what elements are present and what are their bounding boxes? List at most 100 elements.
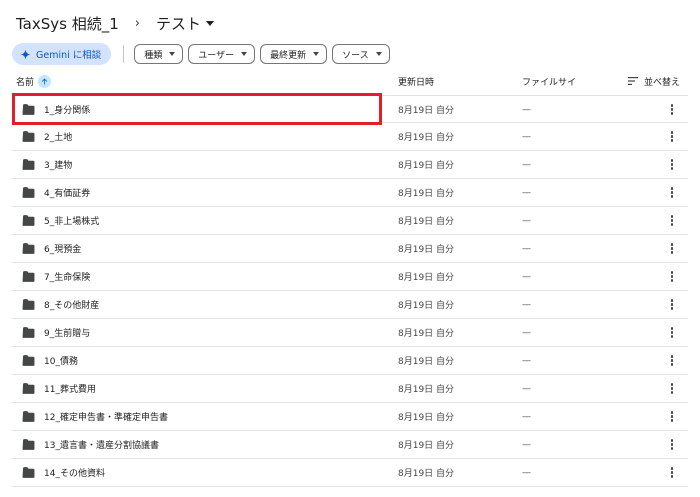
column-header-modified[interactable]: 更新日時 <box>398 71 434 91</box>
folder-icon <box>22 123 35 150</box>
file-modified: 8月19日 自分 <box>398 301 455 311</box>
sort-menu-label: 並べ替え <box>644 77 681 88</box>
more-vert-icon[interactable] <box>664 235 680 262</box>
file-modified: 8月19日 自分 <box>398 133 455 143</box>
file-modified: 8月19日 自分 <box>398 106 455 116</box>
file-size: — <box>522 104 531 115</box>
file-row[interactable]: 14_その他資料 8月19日 自分 — <box>12 459 688 487</box>
breadcrumb-root[interactable]: TaxSys 相続_1 <box>12 11 123 36</box>
file-row[interactable]: 5_非上場株式 8月19日 自分 — <box>12 207 688 235</box>
file-modified: 8月19日 自分 <box>398 357 455 367</box>
file-name[interactable]: 14_その他資料 <box>44 459 105 486</box>
file-name[interactable]: 11_葬式費用 <box>44 375 96 402</box>
file-modified: 8月19日 自分 <box>398 245 455 255</box>
folder-icon <box>22 96 35 123</box>
more-vert-icon[interactable] <box>664 151 680 178</box>
file-name[interactable]: 5_非上場株式 <box>44 207 99 234</box>
file-size: — <box>522 355 531 366</box>
filter-toolbar: Gemini に相談 種類 ユーザー 最終更新 ソース <box>12 43 395 65</box>
current-folder-label: テスト <box>155 14 201 33</box>
file-name[interactable]: 8_その他財産 <box>44 291 99 318</box>
file-row[interactable]: 11_葬式費用 8月19日 自分 — <box>12 375 688 403</box>
more-vert-icon[interactable] <box>664 96 680 123</box>
arrow-up-icon[interactable] <box>38 74 52 88</box>
more-vert-icon[interactable] <box>664 291 680 318</box>
file-size: — <box>522 215 531 226</box>
more-vert-icon[interactable] <box>664 263 680 290</box>
breadcrumb-current-folder[interactable]: テスト <box>152 11 218 36</box>
folder-icon <box>22 151 35 178</box>
file-row[interactable]: 3_建物 8月19日 自分 — <box>12 151 688 179</box>
file-row[interactable]: 12_確定申告書・準確定申告書 8月19日 自分 — <box>12 403 688 431</box>
file-row[interactable]: 9_生前贈与 8月19日 自分 — <box>12 319 688 347</box>
file-name[interactable]: 6_現預金 <box>44 235 81 262</box>
file-size: — <box>522 159 531 170</box>
file-name[interactable]: 2_土地 <box>44 123 72 150</box>
file-modified: 8月19日 自分 <box>398 273 455 283</box>
file-name[interactable]: 10_債務 <box>44 347 78 374</box>
more-vert-icon[interactable] <box>664 319 680 346</box>
file-size: — <box>522 467 531 478</box>
caret-down-icon <box>375 52 382 56</box>
file-modified: 8月19日 自分 <box>398 189 455 199</box>
caret-down-icon <box>206 20 214 26</box>
more-vert-icon[interactable] <box>664 459 680 486</box>
filter-chip-user[interactable]: ユーザー <box>188 44 256 64</box>
more-vert-icon[interactable] <box>664 123 680 150</box>
file-modified: 8月19日 自分 <box>398 385 455 395</box>
column-name-label: 名前 <box>16 77 35 88</box>
file-row[interactable]: 13_遺言書・遺産分割協議書 8月19日 自分 — <box>12 431 688 459</box>
filter-chip-label: 最終更新 <box>270 50 307 61</box>
filter-chip-source[interactable]: ソース <box>332 44 390 64</box>
caret-down-icon <box>313 52 320 56</box>
gemini-consult-button[interactable]: Gemini に相談 <box>12 43 112 65</box>
filter-chip-modified[interactable]: 最終更新 <box>260 44 328 64</box>
more-vert-icon[interactable] <box>664 347 680 374</box>
file-modified: 8月19日 自分 <box>398 413 455 423</box>
file-size: — <box>522 243 531 254</box>
file-row[interactable]: 6_現預金 8月19日 自分 — <box>12 235 688 263</box>
filter-chip-label: ユーザー <box>198 50 235 61</box>
file-list-header: 名前 更新日時 ファイルサイ 並べ替え <box>12 71 688 91</box>
folder-icon <box>22 319 35 346</box>
folder-icon <box>22 347 35 374</box>
file-size: — <box>522 383 531 394</box>
file-name[interactable]: 3_建物 <box>44 151 72 178</box>
filter-chip-type[interactable]: 種類 <box>134 44 184 64</box>
file-name[interactable]: 4_有価証券 <box>44 179 90 206</box>
file-name[interactable]: 7_生命保険 <box>44 263 90 290</box>
file-modified: 8月19日 自分 <box>398 441 455 451</box>
sort-lines-icon <box>628 77 638 85</box>
column-header-size[interactable]: ファイルサイ <box>522 71 576 91</box>
more-vert-icon[interactable] <box>664 207 680 234</box>
file-size: — <box>522 411 531 422</box>
breadcrumb: TaxSys 相続_1 › テスト <box>12 10 218 36</box>
file-row[interactable]: 4_有価証券 8月19日 自分 — <box>12 179 688 207</box>
filter-chip-label: ソース <box>342 50 369 61</box>
folder-icon <box>22 291 35 318</box>
file-row[interactable]: 2_土地 8月19日 自分 — <box>12 123 688 151</box>
file-row[interactable]: 8_その他財産 8月19日 自分 — <box>12 291 688 319</box>
file-name[interactable]: 12_確定申告書・準確定申告書 <box>44 403 168 430</box>
folder-icon <box>22 179 35 206</box>
file-size: — <box>522 327 531 338</box>
toolbar-divider <box>123 45 125 63</box>
sort-menu-button[interactable]: 並べ替え <box>628 71 680 91</box>
file-list: 1_身分関係 8月19日 自分 — 2_土地 8月19日 自分 — 3_建物 8月19日 自分… <box>12 95 688 487</box>
file-size: — <box>522 131 531 142</box>
more-vert-icon[interactable] <box>664 179 680 206</box>
column-header-name[interactable]: 名前 <box>16 71 52 91</box>
more-vert-icon[interactable] <box>664 431 680 458</box>
more-vert-icon[interactable] <box>664 375 680 402</box>
file-row[interactable]: 10_債務 8月19日 自分 — <box>12 347 688 375</box>
file-name[interactable]: 13_遺言書・遺産分割協議書 <box>44 431 159 458</box>
file-size: — <box>522 299 531 310</box>
file-row[interactable]: 1_身分関係 8月19日 自分 — <box>12 95 688 123</box>
more-vert-icon[interactable] <box>664 403 680 430</box>
file-modified: 8月19日 自分 <box>398 161 455 171</box>
file-row[interactable]: 7_生命保険 8月19日 自分 — <box>12 263 688 291</box>
folder-icon <box>22 375 35 402</box>
file-name[interactable]: 9_生前贈与 <box>44 319 90 346</box>
file-size: — <box>522 271 531 282</box>
file-name[interactable]: 1_身分関係 <box>44 96 90 123</box>
